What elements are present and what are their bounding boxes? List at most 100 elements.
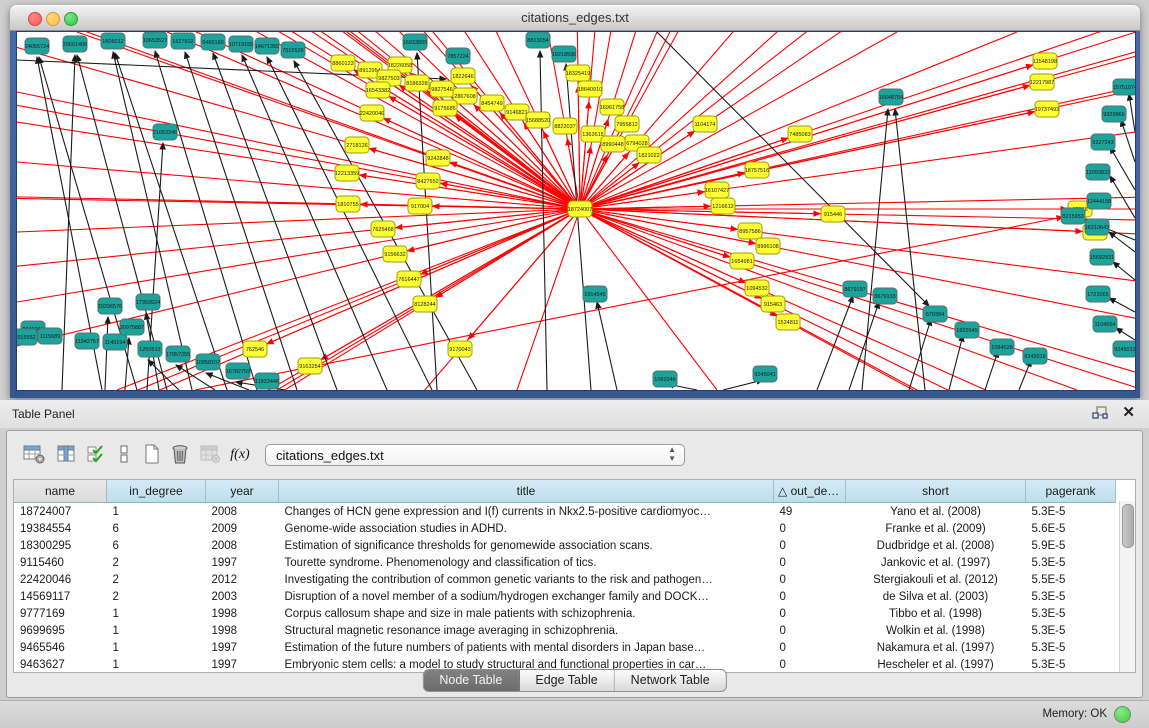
graph-node[interactable]: 12213359 xyxy=(335,165,359,181)
graph-node[interactable]: 16543382 xyxy=(366,82,390,98)
window-titlebar[interactable]: citations_edges.txt xyxy=(10,5,1140,31)
graph-node[interactable]: 17957255 xyxy=(166,346,190,362)
tab-network-table[interactable]: Network Table xyxy=(615,670,726,691)
delete-column-button[interactable] xyxy=(167,442,193,468)
graph-node[interactable]: 1527602 xyxy=(171,33,195,49)
memory-status-indicator[interactable] xyxy=(1114,706,1131,723)
graph-node[interactable]: 1115689 xyxy=(38,328,62,344)
graph-node[interactable]: 1810755 xyxy=(336,196,360,212)
graph-node[interactable]: 8813054 xyxy=(526,32,550,48)
graph-node[interactable]: 10719155 xyxy=(229,36,253,52)
graph-node[interactable]: 9170043 xyxy=(448,341,472,357)
graph-node[interactable]: 9242848 xyxy=(426,150,450,166)
graph-node[interactable]: 9163254 xyxy=(298,358,322,374)
graph-node[interactable]: 7616447 xyxy=(397,271,421,287)
graph-node[interactable]: 1104174 xyxy=(693,116,717,132)
graph-node[interactable]: 20206576 xyxy=(98,298,122,314)
graph-node[interactable]: 16782759 xyxy=(226,363,250,379)
graph-node[interactable]: 18325419 xyxy=(566,65,590,81)
graph-node[interactable]: 7955812 xyxy=(615,116,639,132)
column-header-pagerank[interactable]: pagerank xyxy=(1026,480,1116,503)
graph-node[interactable]: 14671355 xyxy=(255,38,279,54)
graph-node[interactable]: 21053346 xyxy=(153,124,177,140)
table-row[interactable]: 946554611997Estimation of the future num… xyxy=(14,639,1116,656)
graph-node[interactable]: 15692931 xyxy=(1090,249,1114,265)
graph-node[interactable]: 1654981 xyxy=(730,253,754,269)
graph-node[interactable]: 1092346 xyxy=(653,371,677,387)
column-header-short[interactable]: short xyxy=(846,480,1026,503)
graph-node[interactable]: 15751074 xyxy=(1113,79,1135,95)
graph-node[interactable]: 20691406 xyxy=(63,36,87,52)
graph-node[interactable]: 1145194 xyxy=(103,334,127,350)
graph-node[interactable]: 1606012 xyxy=(101,33,125,49)
graph-node[interactable]: 1721065 xyxy=(1086,286,1110,302)
table-row[interactable]: 969969511998Structural magnetic resonanc… xyxy=(14,622,1116,639)
graph-node[interactable]: 1821022 xyxy=(637,147,661,163)
graph-node[interactable]: 917004 xyxy=(408,198,432,214)
function-builder-button[interactable]: f(x) xyxy=(227,442,253,468)
clear-selection-button[interactable] xyxy=(111,442,137,468)
graph-node[interactable]: 679394 xyxy=(923,306,947,322)
graph-node[interactable]: 1250513 xyxy=(138,341,162,357)
graph-node[interactable]: 17359924 xyxy=(136,294,160,310)
graph-node[interactable]: 8860123 xyxy=(331,55,355,71)
graph-node[interactable]: 1822649 xyxy=(955,322,979,338)
table-scrollbar[interactable] xyxy=(1119,501,1135,672)
graph-node[interactable]: 9156632 xyxy=(383,246,407,262)
table-row[interactable]: 1872400712008Changes of HCN gene express… xyxy=(14,503,1116,521)
graph-node[interactable]: 8679193 xyxy=(873,288,897,304)
graph-node[interactable]: 16961758 xyxy=(600,99,624,115)
scrollbar-thumb[interactable] xyxy=(1122,504,1134,548)
graph-node[interactable]: 762546 xyxy=(243,341,267,357)
graph-node[interactable]: 1104554 xyxy=(1093,316,1117,332)
graph-node[interactable]: 1094528 xyxy=(990,339,1014,355)
graph-node[interactable]: 8215953 xyxy=(1061,208,1085,224)
graph-node[interactable]: 9827546 xyxy=(430,81,454,97)
graph-node[interactable]: 1524811 xyxy=(776,314,800,330)
graph-node[interactable]: 24055724 xyxy=(25,38,49,54)
graph-node[interactable]: 3915952 xyxy=(17,329,37,345)
graph-node[interactable]: 30975887 xyxy=(120,319,144,335)
graph-node[interactable]: 8454749 xyxy=(480,95,504,111)
table-row[interactable]: 1830029562008Estimation of significance … xyxy=(14,537,1116,554)
import-table-button[interactable] xyxy=(197,442,223,468)
graph-node[interactable]: 10653527 xyxy=(143,32,167,48)
graph-node[interactable]: 1822646 xyxy=(451,68,475,84)
graph-node[interactable]: 19737493 xyxy=(1035,101,1059,117)
create-column-button[interactable] xyxy=(139,442,165,468)
graph-node[interactable]: 9175685 xyxy=(433,100,457,116)
graph-node[interactable]: 1914545 xyxy=(583,286,607,302)
graph-node[interactable]: 12093832 xyxy=(1086,164,1110,180)
graph-node[interactable]: 9245019 xyxy=(1023,348,1047,364)
graph-node[interactable]: 12444158 xyxy=(1087,193,1111,209)
column-header-title[interactable]: title xyxy=(279,480,774,503)
graph-node[interactable]: 19218596 xyxy=(552,46,576,62)
table-selector-dropdown[interactable]: citations_edges.txt ▲▼ xyxy=(265,444,685,466)
table-row[interactable]: 977716911998Corpus callosum shape and si… xyxy=(14,605,1116,622)
graph-node[interactable]: 16107427 xyxy=(705,182,729,198)
table-mode-button[interactable] xyxy=(21,442,47,468)
graph-node[interactable]: 18724007 xyxy=(568,201,592,217)
graph-node[interactable]: 8957586 xyxy=(738,223,762,239)
graph-node[interactable]: 8822037 xyxy=(553,118,577,134)
column-header-name[interactable]: name xyxy=(14,480,107,503)
select-rows-button[interactable] xyxy=(83,442,109,468)
graph-node[interactable]: 915463 xyxy=(761,296,785,312)
tab-node-table[interactable]: Node Table xyxy=(423,670,519,691)
graph-node[interactable]: 18640910 xyxy=(578,81,602,97)
graph-node[interactable]: 1094532 xyxy=(745,280,769,296)
graph-node[interactable]: 16648784 xyxy=(879,89,903,105)
graph-node[interactable]: 7625468 xyxy=(371,221,395,237)
graph-node[interactable]: 915446 xyxy=(821,206,845,222)
close-panel-button[interactable]: ✕ xyxy=(1122,404,1135,422)
graph-node[interactable]: 9227343 xyxy=(1091,134,1115,150)
column-header-year[interactable]: year xyxy=(206,480,279,503)
graph-node[interactable]: 8427552 xyxy=(416,173,440,189)
float-panel-button[interactable] xyxy=(1091,405,1109,421)
graph-node[interactable]: 1216612 xyxy=(711,198,735,214)
column-header-out_de[interactable]: △ out_de… xyxy=(774,480,846,503)
graph-node[interactable]: 6466160 xyxy=(201,34,225,50)
graph-node[interactable]: 7485083 xyxy=(788,126,812,142)
graph-node[interactable]: 9245012 xyxy=(1113,341,1135,357)
graph-node[interactable]: 7857224 xyxy=(446,48,470,64)
